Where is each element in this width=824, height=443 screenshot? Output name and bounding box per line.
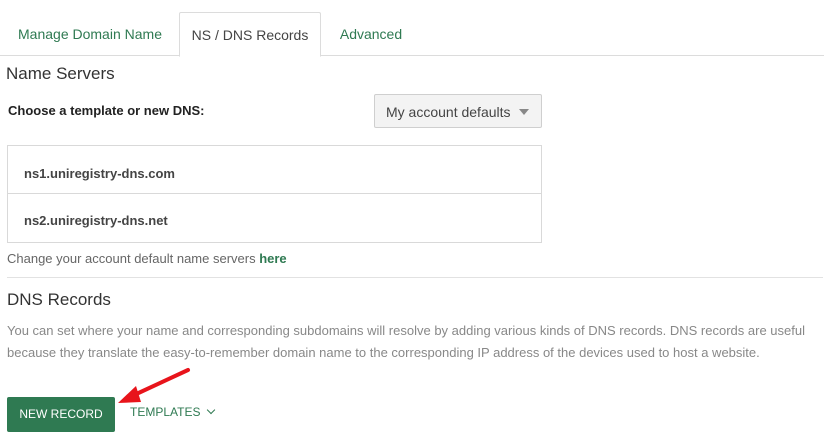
template-select-label: Choose a template or new DNS:	[8, 103, 205, 118]
templates-dropdown[interactable]: TEMPLATES	[130, 405, 216, 419]
dns-template-select[interactable]: My account defaults	[374, 94, 542, 128]
change-default-ns-text: Change your account default name servers…	[7, 251, 287, 266]
red-arrow-annotation	[118, 368, 190, 403]
tab-bar: Manage Domain Name NS / DNS Records Adva…	[0, 12, 824, 57]
templates-label: TEMPLATES	[130, 405, 201, 419]
name-server-value: ns2.uniregistry-dns.net	[24, 213, 168, 228]
tab-advanced[interactable]: Advanced	[326, 12, 416, 56]
name-servers-heading: Name Servers	[6, 64, 115, 83]
name-server-value: ns1.uniregistry-dns.com	[24, 166, 175, 181]
dns-records-heading: DNS Records	[7, 290, 111, 309]
name-server-row: ns2.uniregistry-dns.net	[8, 195, 541, 243]
name-server-row: ns1.uniregistry-dns.com	[8, 146, 541, 194]
change-default-ns-link[interactable]: here	[259, 251, 286, 266]
name-server-list: ns1.uniregistry-dns.com ns2.uniregistry-…	[7, 145, 542, 243]
change-default-ns-label: Change your account default name servers	[7, 251, 260, 266]
new-record-button[interactable]: NEW RECORD	[7, 397, 115, 432]
section-divider	[7, 277, 823, 278]
tab-ns-dns-records[interactable]: NS / DNS Records	[179, 12, 321, 57]
tab-manage-domain-name[interactable]: Manage Domain Name	[8, 12, 172, 56]
dns-records-description: You can set where your name and correspo…	[7, 323, 805, 360]
dns-template-select-value: My account defaults	[386, 104, 511, 120]
chevron-down-icon	[207, 405, 216, 415]
caret-down-icon	[519, 109, 529, 115]
